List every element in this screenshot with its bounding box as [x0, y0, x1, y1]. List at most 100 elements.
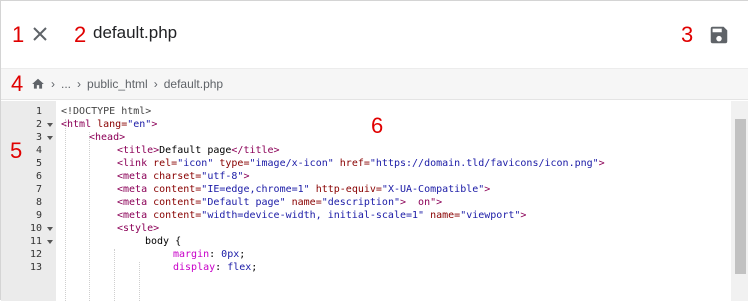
code-token: margin: [173, 249, 210, 260]
breadcrumb-item-ellipsis[interactable]: ...: [61, 77, 71, 91]
line-number: 5: [35, 158, 42, 169]
code-token: >: [484, 184, 491, 195]
code-token: flex: [227, 262, 252, 273]
fold-toggle-icon[interactable]: [47, 123, 53, 127]
code-line: <meta charset="utf-8">: [117, 170, 249, 183]
code-token: <link: [117, 158, 154, 169]
chevron-right-icon: ›: [51, 77, 55, 91]
code-token: "viewport": [460, 210, 521, 221]
line-number: 8: [35, 197, 42, 208]
breadcrumb-item-public-html[interactable]: public_html: [87, 77, 148, 91]
close-icon: [33, 27, 47, 41]
code-token: ;: [251, 262, 258, 273]
code-line: <link rel="icon" type="image/x-icon" hre…: [117, 157, 605, 170]
code-line: display: flex;: [173, 261, 257, 274]
annotation-4: 4: [11, 71, 24, 96]
code-token: 0px: [221, 249, 240, 260]
fold-toggle-icon[interactable]: [47, 136, 53, 140]
line-number: 10: [29, 223, 42, 234]
chevron-right-icon: ›: [153, 77, 158, 91]
fold-toggle-icon[interactable]: [47, 227, 53, 231]
code-token: body {: [145, 236, 182, 247]
code-token: :: [215, 262, 228, 273]
indent-guide: [114, 249, 115, 301]
code-line: <title>Default page</title>: [117, 144, 280, 157]
save-button[interactable]: [708, 24, 730, 46]
code-line: <meta content="IE=edge,chrome=1" http-eq…: [117, 183, 490, 196]
annotation-5: 5: [10, 138, 23, 163]
code-token: <meta: [117, 171, 154, 182]
code-line: margin: 0px;: [173, 248, 245, 261]
code-token: content=: [153, 184, 202, 195]
code-token: > on">: [400, 197, 443, 208]
indent-guide: [89, 132, 90, 301]
code-token: <title>: [117, 145, 160, 156]
line-number: 7: [35, 184, 42, 195]
annotation-2: 2: [74, 22, 87, 47]
vertical-scrollbar[interactable]: [731, 101, 748, 301]
code-token: <html: [61, 119, 98, 130]
indent-guide: [65, 119, 66, 301]
code-token: >: [243, 171, 250, 182]
code-token: name=: [285, 197, 322, 208]
code-token: name=: [424, 210, 461, 221]
code-line: <meta content="width=device-width, initi…: [117, 209, 526, 222]
scrollbar-thumb[interactable]: [735, 119, 746, 274]
line-number-gutter: 1 2 3 4 5 6 7 8 9 10 11 12 13: [1, 101, 56, 301]
line-number: 13: [29, 262, 42, 273]
code-token: >: [598, 158, 605, 169]
line-number: 12: [29, 249, 42, 260]
code-token: rel=: [153, 158, 178, 169]
code-token: "icon": [177, 158, 214, 169]
code-token: <meta: [117, 210, 154, 221]
annotation-1: 1: [12, 22, 25, 47]
code-token: <style>: [117, 223, 160, 234]
code-token: "utf-8": [201, 171, 244, 182]
code-line: <head>: [89, 131, 125, 144]
code-token: "description": [321, 197, 400, 208]
code-token: ;: [239, 249, 246, 260]
code-token: <meta: [117, 197, 154, 208]
code-token: content=: [153, 197, 202, 208]
code-token: display: [173, 262, 216, 273]
line-number: 1: [35, 106, 42, 117]
line-number: 2: [35, 119, 42, 130]
indent-guide: [139, 262, 140, 301]
breadcrumb: › ... › public_html › default.php: [1, 68, 748, 100]
line-number: 3: [35, 132, 42, 143]
code-token: >: [520, 210, 527, 221]
code-token: "width=device-width, initial-scale=1": [201, 210, 425, 221]
code-token: </title>: [231, 145, 280, 156]
code-token: "en": [127, 119, 152, 130]
code-token: <!DOCTYPE html>: [61, 106, 152, 117]
close-button[interactable]: [29, 23, 51, 45]
code-token: Default page: [159, 145, 232, 156]
code-token: href=: [333, 158, 370, 169]
header-bar: default.php: [1, 1, 748, 67]
code-token: "Default page": [201, 197, 286, 208]
code-token: "https://domain.tld/favicons/icon.png": [369, 158, 599, 169]
code-line: <style>: [117, 222, 159, 235]
line-number: 4: [35, 145, 42, 156]
chevron-right-icon: ›: [77, 77, 82, 91]
code-token: http-equiv=: [309, 184, 382, 195]
code-token: >: [151, 119, 158, 130]
floppy-disk-icon: [710, 26, 728, 44]
code-line: <html lang="en">: [61, 118, 157, 131]
code-area[interactable]: <!DOCTYPE html> <html lang="en"> <head> <ti…: [59, 101, 731, 301]
line-number: 9: [35, 210, 42, 221]
fold-toggle-icon[interactable]: [47, 240, 53, 244]
annotation-3: 3: [681, 22, 694, 47]
code-token: :: [209, 249, 222, 260]
code-token: charset=: [153, 171, 202, 182]
code-line: <!DOCTYPE html>: [61, 105, 151, 118]
code-line: body {: [145, 235, 181, 248]
file-name: default.php: [93, 23, 178, 42]
code-line: <meta content="Default page" name="descr…: [117, 196, 442, 209]
annotation-6: 6: [371, 113, 384, 138]
code-token: lang=: [97, 119, 128, 130]
line-number: 6: [35, 171, 42, 182]
home-icon[interactable]: [31, 77, 45, 91]
code-token: "image/x-icon": [249, 158, 334, 169]
editor-window: default.php › ... › public_html › defaul…: [0, 0, 748, 301]
